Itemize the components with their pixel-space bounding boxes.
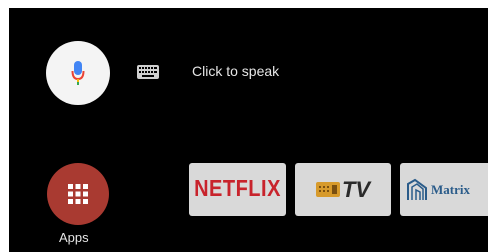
netflix-logo-text: NETFLIX	[194, 176, 281, 202]
tv-home-screen: Click to speak Apps NETFLIX TV Matrix	[9, 8, 488, 252]
matrix-logo-icon	[407, 178, 427, 200]
matrix-logo-text: Matrix	[431, 181, 470, 197]
apps-label: Apps	[59, 230, 89, 245]
app-tile-tv[interactable]: TV	[295, 163, 391, 216]
tv-logo-text: TV	[341, 176, 371, 202]
keyboard-icon[interactable]	[137, 65, 159, 79]
microphone-icon	[71, 61, 85, 85]
voice-search-button[interactable]	[46, 41, 110, 105]
voice-search-prompt: Click to speak	[192, 63, 280, 79]
app-tile-netflix[interactable]: NETFLIX	[189, 163, 286, 216]
grid-icon	[68, 184, 88, 204]
apps-button[interactable]	[47, 163, 109, 225]
app-tile-matrix[interactable]: Matrix	[400, 163, 488, 216]
tv-icon	[315, 181, 340, 197]
